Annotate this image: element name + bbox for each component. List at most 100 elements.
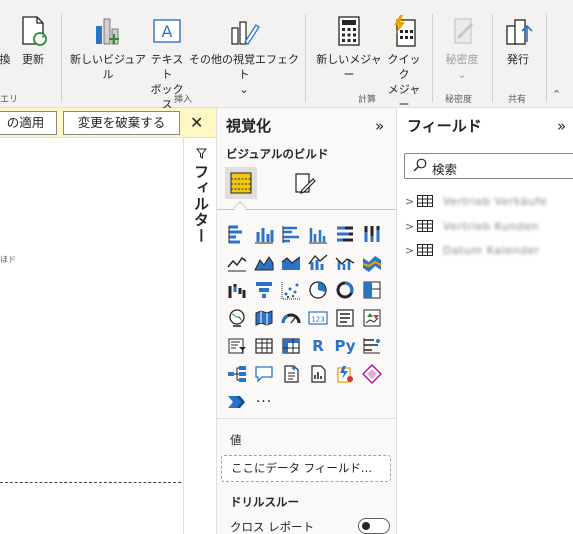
svg-text:A: A: [162, 22, 173, 41]
field-table-row[interactable]: > Vertrieb Kunden: [405, 217, 539, 235]
build-visual-tab[interactable]: [225, 167, 257, 199]
line-and-clustered-column-icon[interactable]: [333, 250, 357, 274]
close-icon[interactable]: ✕: [190, 113, 203, 132]
visualizations-pane: 視覚化 » ビジュアルのビルド 123 R Py ··· 値 ここにデータ フィ…: [216, 108, 397, 534]
fields-search-input[interactable]: 検索: [404, 153, 573, 179]
gauge-icon[interactable]: [279, 306, 303, 330]
section-divider: [217, 418, 397, 419]
collapse-pane-icon[interactable]: »: [557, 117, 566, 135]
discard-changes-button[interactable]: 変更を破棄する: [63, 111, 180, 135]
paginated-report-icon[interactable]: [306, 362, 330, 386]
more-visuals-button[interactable]: その他の視覚エフェクト ⌄: [188, 14, 300, 97]
field-table-row[interactable]: > Vertrieb Verkäufe: [405, 192, 547, 210]
transform-label: 換: [0, 53, 11, 66]
new-visual-button[interactable]: 新しいビジュアル: [66, 14, 150, 82]
clustered-column-chart-icon[interactable]: [306, 222, 330, 246]
quick-measure-icon: [394, 15, 416, 47]
new-visual-label: 新しいビジュアル: [69, 53, 146, 81]
decomposition-tree-icon[interactable]: [225, 362, 249, 386]
power-automate-icon[interactable]: [333, 362, 357, 386]
chevron-down-icon: ⌄: [457, 68, 467, 81]
matrix-icon[interactable]: [279, 334, 303, 358]
ribbon-divider: [546, 14, 547, 102]
scatter-chart-icon[interactable]: [279, 278, 303, 302]
fields-title: フィールド: [407, 117, 482, 135]
power-automate-flow-icon[interactable]: [225, 390, 249, 414]
treemap-icon[interactable]: [360, 278, 384, 302]
multi-row-card-icon[interactable]: [333, 306, 357, 330]
group-label-calculations: 計算: [358, 95, 377, 105]
group-label-insert: 挿入: [174, 95, 193, 105]
field-table-row[interactable]: > Datum Kalender: [405, 241, 540, 259]
format-brush-icon: [295, 173, 316, 194]
python-visual-icon[interactable]: Py: [333, 334, 357, 358]
qna-icon[interactable]: [252, 362, 276, 386]
smart-narrative-icon[interactable]: [279, 362, 303, 386]
line-chart-icon[interactable]: [225, 250, 249, 274]
area-chart-icon[interactable]: [252, 250, 276, 274]
values-drop-zone[interactable]: ここにデータ フィールド...: [221, 455, 391, 482]
pie-chart-icon[interactable]: [306, 278, 330, 302]
stacked-area-chart-icon[interactable]: [279, 250, 303, 274]
cross-report-toggle[interactable]: [358, 518, 390, 534]
ribbon-divider: [492, 14, 493, 102]
refresh-label: 更新: [22, 53, 44, 66]
waterfall-chart-icon[interactable]: [225, 278, 249, 302]
stacked-column-chart-icon[interactable]: [252, 222, 276, 246]
100-stacked-column-icon[interactable]: [360, 222, 384, 246]
clustered-bar-chart-icon[interactable]: [279, 222, 303, 246]
more-visuals-icon: [231, 21, 260, 45]
100-stacked-bar-icon[interactable]: [333, 222, 357, 246]
group-label-sensitivity: 秘密度: [445, 95, 473, 105]
active-tab-caret: [232, 200, 248, 216]
kpi-icon[interactable]: [360, 306, 384, 330]
table-icon: [417, 220, 433, 232]
sensitivity-label: 秘密度: [445, 53, 479, 66]
cross-report-label: クロス レポート: [230, 520, 315, 534]
slicer-icon[interactable]: [225, 334, 249, 358]
filled-map-icon[interactable]: [252, 306, 276, 330]
field-table-name: Vertrieb Verkäufe: [443, 194, 548, 208]
line-and-stacked-column-icon[interactable]: [306, 250, 330, 274]
stacked-bar-chart-icon[interactable]: [225, 222, 249, 246]
apply-changes-button[interactable]: の適用: [0, 111, 57, 135]
ribbon-chart-icon[interactable]: [360, 250, 384, 274]
build-visual-label: ビジュアルのビルド: [226, 147, 329, 161]
card-icon[interactable]: 123: [306, 306, 330, 330]
ribbon: 換 更新 新しいビジュアル A テキスト ボックス その他の視覚エフェクト ⌄ …: [0, 0, 573, 111]
chevron-right-icon: >: [405, 243, 415, 257]
group-label-query: エリ: [0, 95, 19, 105]
report-canvas[interactable]: [0, 108, 183, 534]
more-visuals-icon[interactable]: ···: [252, 390, 276, 414]
funnel-icon: [195, 148, 208, 162]
search-placeholder: 検索: [432, 162, 458, 177]
publish-button[interactable]: 発行: [502, 14, 534, 67]
filters-pane-collapsed[interactable]: フィルター: [183, 138, 216, 534]
chevron-right-icon: >: [405, 219, 415, 233]
ribbon-divider: [61, 14, 62, 102]
publish-label: 発行: [507, 53, 529, 66]
key-influencers-icon[interactable]: [360, 334, 384, 358]
values-well-label: 値: [230, 433, 242, 447]
refresh-button[interactable]: 更新: [17, 14, 49, 67]
publish-icon: [506, 19, 533, 45]
textbox-icon: A: [153, 19, 181, 43]
new-measure-button[interactable]: 新しいメジャー: [314, 14, 384, 82]
power-apps-icon[interactable]: [360, 362, 384, 386]
r-script-visual-icon[interactable]: R: [306, 334, 330, 358]
donut-chart-icon[interactable]: [333, 278, 357, 302]
table-visual-icon[interactable]: [252, 334, 276, 358]
filters-label: フィルター: [192, 164, 210, 244]
map-icon[interactable]: [225, 306, 249, 330]
collapse-ribbon-icon[interactable]: ⌃: [552, 88, 561, 101]
funnel-chart-icon[interactable]: [252, 278, 276, 302]
quick-measure-label: クイック メジャー: [387, 53, 421, 111]
sensitivity-button[interactable]: 秘密度 ⌄: [441, 14, 483, 82]
page-boundary-line: [0, 482, 181, 483]
format-visual-tab[interactable]: [291, 169, 319, 197]
collapse-pane-icon[interactable]: »: [375, 117, 384, 135]
calculator-icon: [338, 16, 360, 46]
quick-measure-button[interactable]: クイック メジャー: [383, 14, 425, 112]
transform-data-button[interactable]: 換: [0, 14, 12, 67]
field-table-name: Datum Kalender: [443, 243, 540, 257]
